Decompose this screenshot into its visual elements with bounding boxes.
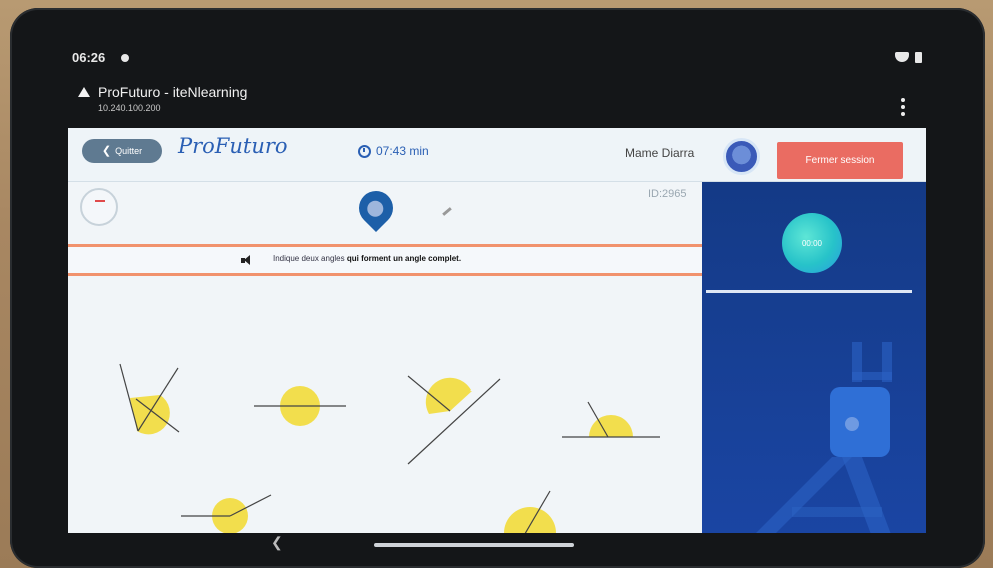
notification-title: ProFuturo - iteNlearning [98,84,248,100]
avatar[interactable] [723,138,760,175]
wifi-icon [895,52,909,62]
home-button[interactable] [80,188,118,226]
session-timer: 07:43 min [358,144,429,158]
quit-button[interactable]: ❮ Quitter [82,139,162,163]
question-id: ID:2965 [648,188,687,200]
user-name: Mame Diarra [625,146,695,160]
warning-icon [78,87,90,97]
pin-badge [363,197,387,221]
logout-button[interactable]: Fermer session [777,142,903,179]
angles-canvas [119,363,660,533]
notification-dot-icon [121,54,129,62]
status-icons [895,52,922,63]
notification-subtitle: 10.240.100.200 [98,103,161,113]
location-pin-icon [351,183,401,233]
home-gesture-bar[interactable] [374,543,574,547]
quit-label: Quitter [115,146,143,156]
overflow-menu-icon[interactable] [900,98,906,116]
top-bar: ❮ Quitter ProFuturo 07:43 min Mame Diarr… [68,128,926,182]
angle-option-1[interactable] [119,363,180,435]
angle-option-4[interactable] [562,401,660,438]
chair-illustration-icon [756,342,892,533]
exercise-area: ID:2965 Indique deux angles qui forment … [68,182,702,533]
brand-logo: ProFuturo [178,134,288,158]
angle-option-5[interactable] [181,494,272,533]
sidebar-divider [706,290,912,293]
system-nav-bar: ❮ [68,533,926,560]
status-time: 06:26 [72,50,106,65]
battery-icon [915,52,922,63]
countdown-bubble: 00:00 [782,213,842,273]
instruction-band: Indique deux angles qui forment un angle… [68,244,702,276]
clock-icon [358,144,371,158]
instruction-text: Indique deux angles qui forment un angle… [273,254,462,263]
chevron-left-icon: ❮ [101,144,112,157]
angle-option-3[interactable] [407,375,501,465]
speaker-icon[interactable] [241,255,251,265]
pencil-mark-icon [442,207,452,216]
back-nav-icon[interactable]: ❮ [271,534,283,551]
app-screen: ❮ Quitter ProFuturo 07:43 min Mame Diarr… [68,128,926,533]
angle-option-6[interactable] [504,490,556,533]
home-icon [95,200,105,208]
angle-option-2[interactable] [254,386,346,426]
timer-value: 07:43 min [376,144,429,158]
sidebar-panel: 00:00 [702,182,926,533]
status-bar: 06:26 [72,44,922,68]
